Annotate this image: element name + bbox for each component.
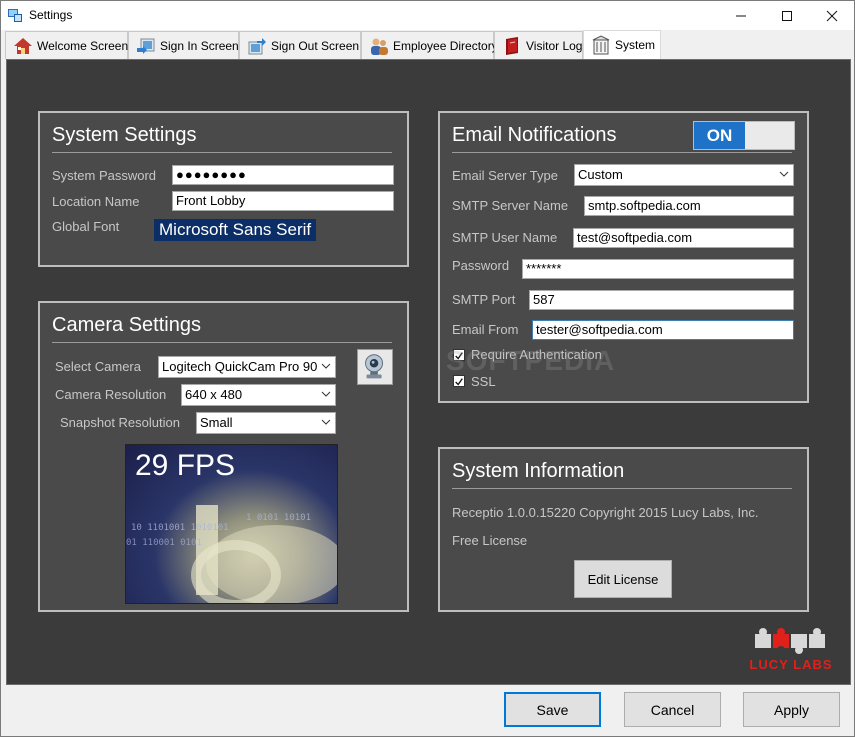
settings-window: Settings Welcome Screen Sign In Screen S… — [0, 0, 855, 737]
email-password-label: Password — [452, 258, 510, 273]
ssl-label: SSL — [471, 374, 496, 389]
email-from-field[interactable]: tester@softpedia.com — [532, 320, 794, 340]
toggle-on-label: ON — [694, 122, 745, 149]
smtp-port-label: SMTP Port — [452, 292, 516, 307]
camera-settings-panel: Camera Settings Select Camera Logitech Q… — [38, 301, 409, 612]
chevron-down-icon — [321, 391, 331, 397]
title-bar: Settings — [1, 1, 854, 30]
email-password-field[interactable]: ******* — [522, 259, 794, 279]
tab-bar: Welcome Screen Sign In Screen Sign Out S… — [1, 30, 854, 59]
webcam-button[interactable] — [357, 349, 393, 385]
tab-sign-out-screen[interactable]: Sign Out Screen — [239, 31, 361, 59]
svg-text:10 1101001 1010101: 10 1101001 1010101 — [131, 523, 229, 533]
email-notifications-toggle[interactable]: ON — [693, 121, 795, 150]
ssl-checkbox[interactable] — [453, 375, 465, 387]
divider — [452, 152, 792, 153]
tab-label: Sign Out Screen — [271, 38, 360, 53]
divider — [52, 152, 392, 153]
tab-sign-in-screen[interactable]: Sign In Screen — [128, 31, 239, 59]
window-title: Settings — [29, 8, 73, 22]
camera-preview: 10 1101001 1010101 1 0101 10101 01 11000… — [125, 444, 338, 604]
system-password-label: System Password — [52, 168, 157, 183]
panel-title: Email Notifications — [452, 124, 617, 146]
divider — [452, 488, 792, 489]
camera-select[interactable]: Logitech QuickCam Pro 90 — [158, 356, 336, 378]
version-text: Receptio 1.0.0.15220 Copyright 2015 Lucy… — [452, 505, 759, 520]
panel-title: System Settings — [52, 124, 197, 146]
panel-title: Camera Settings — [52, 314, 201, 336]
require-authentication-checkbox[interactable] — [453, 349, 465, 361]
snapshot-resolution-value: Small — [200, 415, 233, 430]
tab-welcome-screen[interactable]: Welcome Screen — [5, 31, 128, 59]
tab-visitor-log[interactable]: Visitor Log — [494, 31, 583, 59]
location-name-label: Location Name — [52, 194, 140, 209]
snapshot-resolution-select[interactable]: Small — [196, 412, 336, 434]
smtp-server-name-field[interactable]: smtp.softpedia.com — [584, 196, 794, 216]
tab-employee-directory[interactable]: Employee Directory — [361, 31, 498, 59]
app-icon — [8, 9, 22, 22]
house-icon — [14, 37, 32, 54]
apply-button[interactable]: Apply — [743, 692, 840, 727]
checkmark-icon — [455, 378, 463, 386]
email-server-type-select[interactable]: Custom — [574, 164, 794, 186]
webcam-icon — [365, 354, 384, 379]
svg-text:01 110001 0101: 01 110001 0101 — [126, 538, 202, 548]
brand-name: LUCY LABS — [749, 657, 833, 672]
chevron-down-icon — [321, 363, 331, 369]
minimize-icon — [736, 15, 746, 16]
select-camera-label: Select Camera — [55, 359, 141, 374]
puzzle-logo-icon — [755, 628, 825, 654]
chevron-down-icon — [321, 419, 331, 425]
license-text: Free License — [452, 533, 528, 548]
close-icon — [826, 10, 838, 21]
camera-resolution-select[interactable]: 640 x 480 — [181, 384, 336, 406]
cancel-button[interactable]: Cancel — [624, 692, 721, 727]
system-settings-panel: System Settings System Password ●●●●●●●●… — [38, 111, 409, 267]
fps-readout: 29 FPS — [135, 449, 236, 482]
system-tab-content: System Settings System Password ●●●●●●●●… — [6, 59, 851, 685]
building-icon — [592, 35, 610, 55]
edit-license-button[interactable]: Edit License — [574, 560, 672, 598]
email-server-type-label: Email Server Type — [452, 168, 558, 183]
chevron-down-icon — [779, 171, 789, 177]
sign-out-icon — [248, 37, 266, 54]
tab-system[interactable]: System — [583, 30, 661, 59]
global-font-label: Global Font — [52, 219, 120, 234]
email-server-type-value: Custom — [578, 167, 623, 182]
tab-label: Visitor Log — [526, 38, 583, 53]
email-from-label: Email From — [452, 322, 519, 337]
camera-resolution-value: 640 x 480 — [185, 387, 243, 402]
book-icon — [506, 36, 518, 55]
divider — [52, 342, 392, 343]
smtp-user-name-label: SMTP User Name — [452, 230, 558, 245]
panel-title: System Information — [452, 460, 625, 482]
minimize-button[interactable] — [718, 1, 764, 30]
email-notifications-panel: Email Notifications ON Email Server Type… — [438, 111, 809, 403]
sign-in-icon — [137, 38, 155, 54]
lucy-labs-logo: LUCY LABS — [740, 626, 842, 674]
global-font-button[interactable]: Microsoft Sans Serif — [154, 219, 317, 241]
tab-label: Sign In Screen — [160, 38, 239, 53]
system-password-field[interactable]: ●●●●●●●● — [172, 165, 394, 185]
system-information-panel: System Information Receptio 1.0.0.15220 … — [438, 447, 809, 612]
people-icon — [371, 38, 388, 55]
smtp-port-field[interactable]: 587 — [529, 290, 794, 310]
tab-label: System — [615, 38, 656, 52]
checkmark-icon — [455, 352, 463, 360]
tab-label: Employee Directory — [393, 38, 498, 53]
tab-label: Welcome Screen — [37, 38, 129, 53]
maximize-button[interactable] — [764, 1, 810, 30]
svg-text:1 0101 10101: 1 0101 10101 — [246, 513, 311, 523]
camera-resolution-label: Camera Resolution — [55, 387, 167, 402]
save-button[interactable]: Save — [504, 692, 601, 727]
require-authentication-label: Require Authentication — [471, 347, 602, 362]
smtp-user-name-field[interactable]: test@softpedia.com — [573, 228, 794, 248]
camera-select-value: Logitech QuickCam Pro 90 — [162, 359, 318, 374]
maximize-icon — [782, 10, 792, 21]
smtp-server-name-label: SMTP Server Name — [452, 198, 569, 213]
location-name-field[interactable]: Front Lobby — [172, 191, 394, 211]
snapshot-resolution-label: Snapshot Resolution — [60, 415, 180, 430]
close-button[interactable] — [809, 1, 855, 30]
